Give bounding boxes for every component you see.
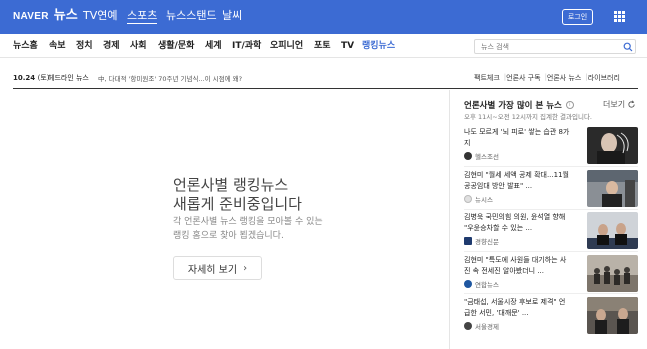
headline-date: 10.24 (토) [13, 74, 50, 82]
news-headline[interactable]: 김현미 "월세 세액 공제 확대...11월 공공임대 방안 발표" ... [464, 170, 582, 192]
service-tv-entertainment[interactable]: TV연예 [83, 9, 117, 23]
headline-links: 팩트체크 | 언론사 구독 | 언론사 뉴스 | 라이브러리 [474, 73, 620, 83]
apps-grid-icon[interactable] [614, 11, 625, 22]
link-library[interactable]: 라이브러리 [588, 73, 620, 83]
news-thumbnail[interactable] [587, 170, 638, 207]
news-logo[interactable]: 뉴스 [54, 9, 78, 23]
service-sports[interactable]: 스포츠 [127, 9, 158, 24]
news-search-box[interactable] [474, 39, 636, 54]
ranking-subtitle: 오후 11시~오전 12시까지 집계한 결과입니다. [464, 113, 592, 121]
news-headline[interactable]: "금태섭, 서울시장 후보로 제격" 언 급한 서민, '대깨문' ... [464, 297, 582, 319]
news-thumbnail[interactable] [587, 212, 638, 249]
press-logo-icon [464, 280, 472, 288]
news-thumbnail[interactable] [587, 127, 638, 164]
ranking-news-item[interactable]: "금태섭, 서울시장 후보로 제격" 언 급한 서민, '대깨문' ... 서울… [464, 297, 638, 341]
press-logo-icon [464, 195, 472, 203]
headline-text[interactable]: 中, 다대적 '항미원조' 70주년 기념식...이 시점에 왜? [98, 73, 242, 83]
ranking-news-item[interactable]: 김병욱 국민의힘 의원, 윤석열 향해 "우윤승차할 수 있는 ... 경향신문 [464, 212, 638, 256]
ranking-more-button[interactable]: 더보기 [603, 99, 636, 110]
press-name[interactable]: 헬스조선 [464, 151, 499, 161]
placeholder-title: 언론사별 랭킹뉴스 새롭게 준비중입니다 [173, 176, 302, 213]
press-name[interactable]: 서울경제 [464, 321, 499, 331]
press-name[interactable]: 경향신문 [464, 236, 499, 246]
news-headline[interactable]: 나도 모르게 '뇌 피로' 쌓는 습관 8가 지 [464, 127, 582, 149]
service-newsstand[interactable]: 뉴스스탠드 [166, 9, 217, 23]
placeholder-description: 각 언론사별 뉴스 랭킹을 모아볼 수 있는 랭킹 홈으로 찾아 뵙겠습니다. [173, 217, 323, 241]
nav-tv[interactable]: TV [341, 40, 354, 52]
press-logo-icon [464, 322, 472, 330]
item-separator [464, 293, 638, 294]
right-panel-divider [449, 90, 450, 349]
headline-divider [13, 88, 638, 89]
link-factcheck[interactable]: 팩트체크 [474, 73, 500, 83]
press-name[interactable]: 뉴시스 [464, 194, 493, 204]
naver-logo[interactable]: NAVER [13, 11, 49, 22]
top-header: NAVER 뉴스 TV연예 스포츠 뉴스스탠드 날씨 로그인 [0, 0, 647, 34]
naver-news-logo[interactable]: NAVER 뉴스 [13, 9, 78, 23]
nav-it-science[interactable]: IT/과학 [232, 40, 261, 52]
press-logo-icon [464, 152, 472, 160]
view-details-button[interactable]: 자세히 보기 › [173, 256, 262, 280]
nav-breaking[interactable]: 속보 [49, 40, 66, 52]
item-separator [464, 209, 638, 210]
news-headline[interactable]: 김현미 "특도에 사원들 대기하는 사 진 속 전세진 알아봤더니 ... [464, 255, 582, 277]
chevron-right-icon: › [243, 262, 248, 274]
nav-life-culture[interactable]: 생활/문화 [158, 40, 194, 52]
service-weather[interactable]: 날씨 [222, 9, 242, 23]
press-logo-icon [464, 237, 472, 245]
headline-label[interactable]: 헤드라인 뉴스 [48, 73, 89, 83]
nav-society[interactable]: 사회 [130, 40, 147, 52]
info-icon[interactable]: i [565, 101, 574, 109]
ranking-news-item[interactable]: 나도 모르게 '뇌 피로' 쌓는 습관 8가 지 헬스조선 [464, 127, 638, 171]
ranking-panel-title: 언론사별 가장 많이 본 뉴스 i [464, 99, 574, 111]
nav-photo[interactable]: 포토 [314, 40, 331, 52]
nav-opinion[interactable]: 오피니언 [270, 40, 303, 52]
nav-news-home[interactable]: 뉴스홈 [13, 40, 38, 52]
search-icon[interactable] [623, 42, 633, 52]
item-separator [464, 251, 638, 252]
news-thumbnail[interactable] [587, 255, 638, 292]
view-details-label: 자세히 보기 [187, 264, 238, 276]
link-press-subscribe[interactable]: 언론사 구독 [506, 73, 540, 83]
refresh-icon[interactable] [627, 100, 636, 109]
news-thumbnail[interactable] [587, 297, 638, 334]
nav-ranking-news[interactable]: 랭킹뉴스 [362, 40, 395, 52]
item-separator [464, 166, 638, 167]
link-press-news[interactable]: 언론사 뉴스 [547, 73, 581, 83]
ranking-news-item[interactable]: 김현미 "월세 세액 공제 확대...11월 공공임대 방안 발표" ... 뉴… [464, 170, 638, 214]
nav-economy[interactable]: 경제 [103, 40, 120, 52]
press-name[interactable]: 연합뉴스 [464, 279, 499, 289]
login-button[interactable]: 로그인 [562, 9, 593, 25]
news-search-input[interactable] [481, 42, 611, 52]
headline-strip: 10.24 (토) 헤드라인 뉴스 中, 다대적 '항미원조' 70주년 기념식… [0, 70, 647, 88]
nav-politics[interactable]: 정치 [76, 40, 93, 52]
news-headline[interactable]: 김병욱 국민의힘 의원, 윤석열 향해 "우윤승차할 수 있는 ... [464, 212, 582, 234]
nav-world[interactable]: 세계 [205, 40, 222, 52]
